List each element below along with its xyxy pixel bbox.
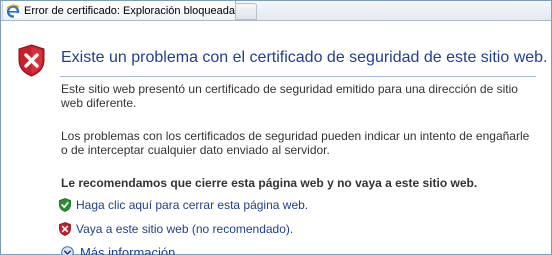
chevron-down-circle-icon xyxy=(61,245,74,255)
red-shield-x-icon xyxy=(59,222,71,236)
heading-divider xyxy=(60,76,536,77)
certificate-error-page: Existe un problema con el certificado de… xyxy=(1,21,551,255)
new-tab-button[interactable] xyxy=(235,3,257,20)
page-title: Existe un problema con el certificado de… xyxy=(61,49,548,66)
continue-to-site-link[interactable]: Vaya a este sitio web (no recomendado). xyxy=(59,221,293,237)
close-page-link-text[interactable]: Haga clic aquí para cerrar esta página w… xyxy=(76,198,308,212)
tab-title: Error de certificado: Exploración bloque… xyxy=(24,4,235,17)
tab-bar: Error de certificado: Exploración bloque… xyxy=(1,1,551,21)
certificate-mismatch-text: Este sitio web presentó un certificado d… xyxy=(61,82,518,110)
red-shield-x-icon xyxy=(18,44,45,77)
internet-explorer-icon xyxy=(6,4,20,18)
tab-certificate-error[interactable]: Error de certificado: Exploración bloque… xyxy=(2,1,236,20)
green-shield-check-icon xyxy=(59,198,71,212)
continue-to-site-link-text[interactable]: Vaya a este sitio web (no recomendado). xyxy=(76,222,293,236)
close-page-link[interactable]: Haga clic aquí para cerrar esta página w… xyxy=(59,197,308,213)
recommendation-text: Le recomendamos que cierre esta página w… xyxy=(61,176,478,190)
certificate-risk-text: Los problemas con los certificados de se… xyxy=(61,129,530,157)
browser-window: Error de certificado: Exploración bloque… xyxy=(0,0,552,255)
more-information-toggle[interactable]: Más información xyxy=(61,243,175,255)
more-information-label[interactable]: Más información xyxy=(80,245,175,255)
